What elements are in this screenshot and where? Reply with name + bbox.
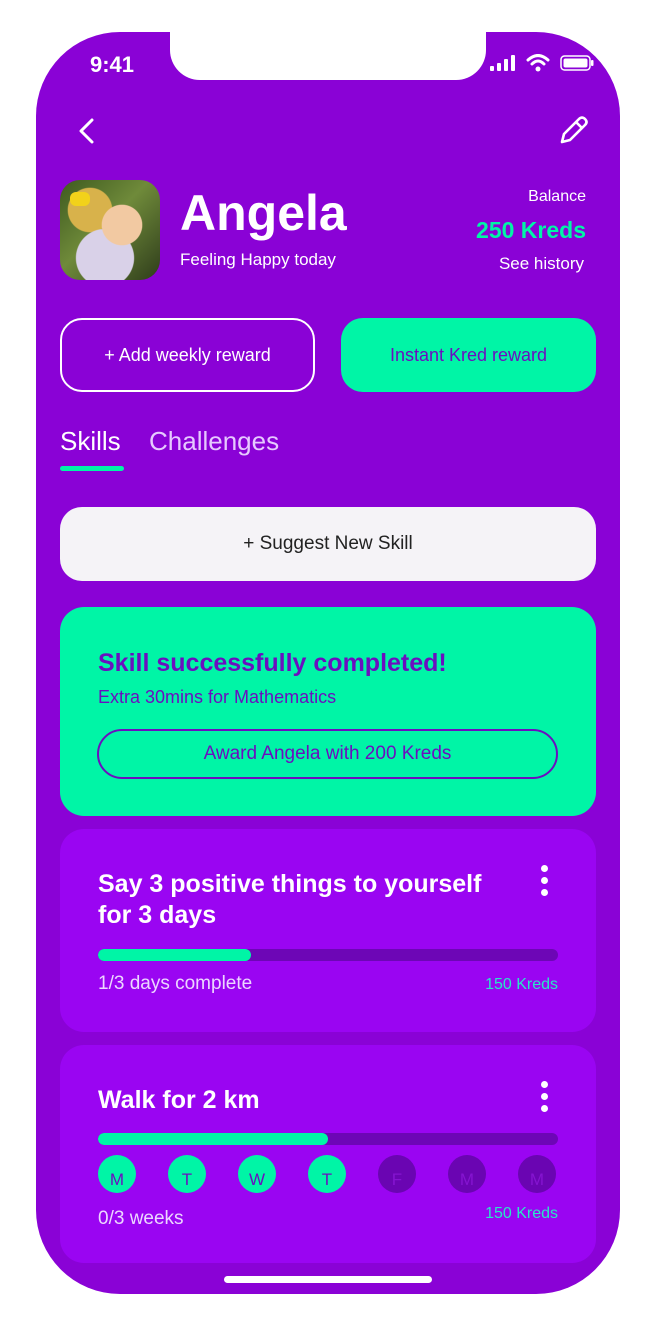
active-tab-indicator — [60, 466, 124, 471]
success-subtitle: Extra 30mins for Mathematics — [98, 687, 337, 707]
device-notch — [170, 32, 486, 80]
wifi-icon — [526, 54, 550, 72]
progress-bar — [98, 1133, 558, 1145]
profile-mood: Feeling Happy today — [180, 250, 336, 269]
reward-amount: 150 Kreds — [485, 976, 558, 993]
profile-name: Angela — [180, 185, 347, 241]
tab-skills[interactable]: Skills — [60, 426, 121, 457]
day-indicator: T — [308, 1155, 346, 1193]
day-indicator: T — [168, 1155, 206, 1193]
weekday-tracker: M T W T F M M — [98, 1155, 556, 1193]
progress-fill — [98, 949, 252, 961]
day-indicator: M — [518, 1155, 556, 1193]
kebab-menu-icon[interactable] — [534, 1081, 554, 1115]
avatar — [60, 180, 160, 280]
skill-title: Walk for 2 km — [98, 1086, 260, 1114]
suggest-new-skill-button[interactable]: + Suggest New Skill — [60, 507, 596, 581]
instant-kred-reward-button[interactable]: Instant Kred reward — [341, 318, 596, 392]
skill-card: Say 3 positive things to yourself for 3 … — [60, 829, 596, 1032]
balance-value: 250 Kreds — [476, 217, 586, 243]
success-title: Skill successfully completed! — [98, 649, 447, 677]
day-indicator: W — [238, 1155, 276, 1193]
skill-completed-card: Skill successfully completed! Extra 30mi… — [60, 607, 596, 816]
status-time: 9:41 — [90, 52, 135, 77]
progress-fill — [98, 1133, 328, 1145]
see-history-link[interactable]: See history — [499, 254, 584, 274]
battery-icon — [560, 55, 594, 71]
award-kreds-button[interactable]: Award Angela with 200 Kreds — [97, 729, 558, 779]
day-indicator: M — [448, 1155, 486, 1193]
avatar-photo-detail — [70, 192, 90, 206]
skill-card: Walk for 2 km M T W T F M M 0/3 weeks 15… — [60, 1045, 596, 1263]
chevron-left-icon — [79, 118, 94, 144]
cellular-signal-icon — [490, 55, 515, 71]
add-weekly-reward-button[interactable]: + Add weekly reward — [60, 318, 315, 392]
day-indicator: F — [378, 1155, 416, 1193]
day-indicator: M — [98, 1155, 136, 1193]
progress-text: 1/3 days complete — [98, 973, 253, 994]
tab-challenges[interactable]: Challenges — [149, 426, 279, 457]
skill-title: Say 3 positive things to yourself for 3 … — [98, 870, 482, 929]
back-button[interactable] — [74, 116, 102, 146]
status-icons — [490, 54, 594, 72]
progress-bar — [98, 949, 558, 961]
home-indicator[interactable] — [224, 1276, 432, 1283]
phone-screen: 9:41 Angela Feeling Happy today Balance … — [36, 32, 620, 1294]
progress-text: 0/3 weeks — [98, 1208, 184, 1229]
pencil-icon — [560, 116, 588, 144]
balance-label: Balance — [528, 188, 586, 205]
kebab-menu-icon[interactable] — [534, 865, 554, 899]
edit-button[interactable] — [556, 114, 590, 148]
reward-amount: 150 Kreds — [485, 1205, 558, 1222]
